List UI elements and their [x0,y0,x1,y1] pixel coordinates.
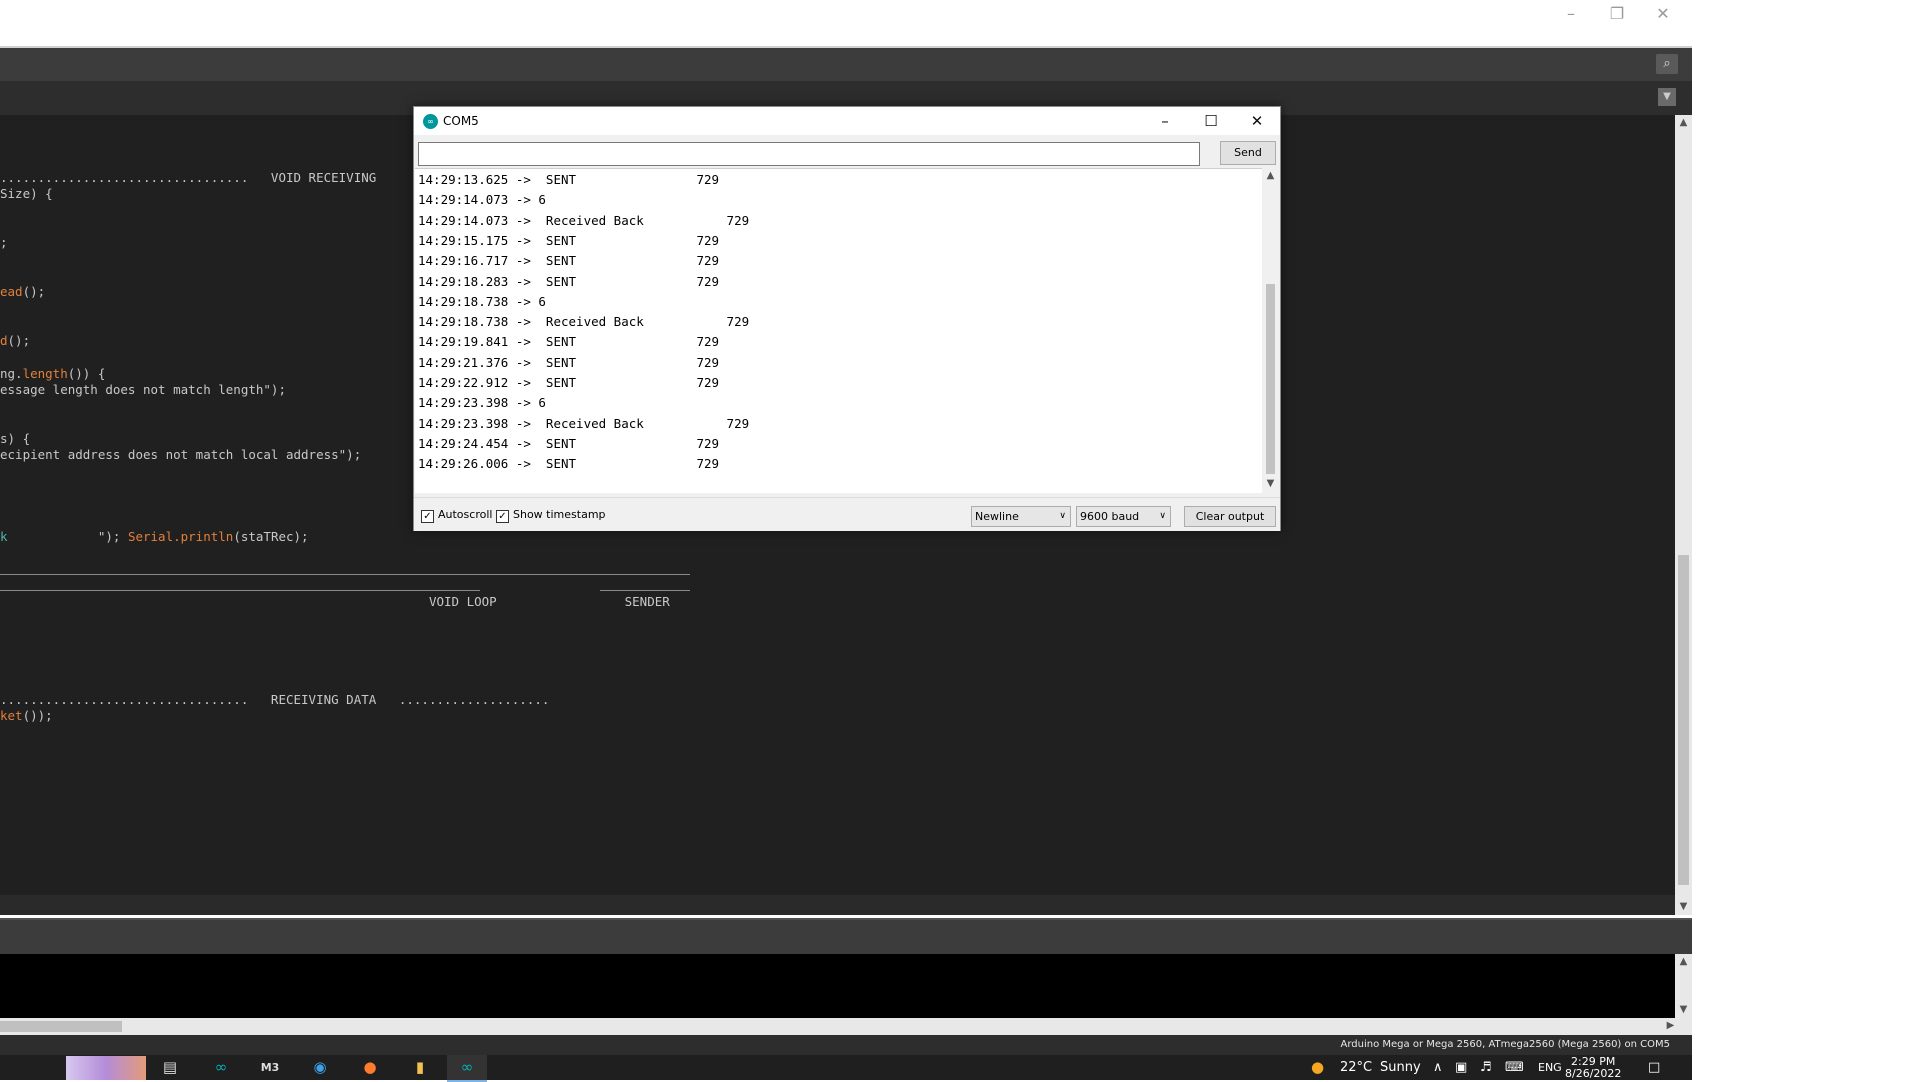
arduino-active-icon[interactable]: ∞ [447,1055,487,1082]
firefox-browser-icon[interactable]: ● [350,1055,390,1080]
clear-output-button[interactable]: Clear output [1184,506,1276,527]
mp3-app-icon[interactable]: M3 [250,1055,290,1080]
serial-vertical-scrollbar[interactable]: ▲ ▼ [1262,168,1279,492]
clock-date: 8/26/2022 [1565,1067,1622,1080]
serial-output-line: 14:29:18.738 -> Received Back 729 [418,314,750,330]
keyboard-icon[interactable]: ⌨ [1505,1055,1524,1080]
scrollbar-thumb[interactable] [0,1021,122,1032]
code-line: VOID LOOP SENDER [0,594,670,609]
task-view-icon[interactable]: ▤ [150,1055,190,1080]
serial-monitor-icon[interactable]: ⌕ [1656,54,1678,74]
scroll-up-icon[interactable]: ▲ [1262,168,1279,184]
scroll-up-icon[interactable]: ▲ [1675,954,1692,970]
start-image-icon[interactable] [66,1056,146,1080]
ide-minimize-button[interactable]: – [1548,0,1594,28]
serial-minimize-button[interactable]: – [1142,107,1188,135]
code-line: ng.length()) { [0,366,106,381]
weather-temperature[interactable]: 22°C [1340,1055,1372,1080]
edge-browser-icon[interactable]: ◉ [300,1055,340,1080]
code-line: ; [0,235,8,250]
code-line: ead(); [0,284,46,299]
code-line: ket()); [0,708,53,723]
baud-rate-select[interactable]: 9600 baud ∨ [1076,506,1171,527]
volume-icon[interactable]: ♬ [1480,1055,1492,1080]
autoscroll-checkbox[interactable]: ✓ [421,510,434,523]
serial-output-line: 14:29:14.073 -> 6 [418,192,546,208]
code-line: ecipient address does not match local ad… [0,447,362,462]
scroll-up-icon[interactable]: ▲ [1675,115,1692,131]
code-line: ................................. VOID R… [0,170,377,185]
weather-condition[interactable]: Sunny [1380,1055,1421,1080]
console-header [0,918,1692,956]
arduino-icon: ∞ [423,114,438,129]
serial-output-line: 14:29:26.006 -> SENT 729 [418,456,720,472]
clock[interactable]: 2:29 PM 8/26/2022 [1565,1056,1621,1080]
tab-menu-icon[interactable]: ▼ [1658,88,1676,106]
serial-close-button[interactable]: ✕ [1234,107,1280,135]
show-timestamp-label: Show timestamp [513,508,606,521]
serial-monitor-title: COM5 [443,114,479,128]
baud-rate-value: 9600 baud [1080,510,1140,523]
serial-monitor-window: ∞ COM5 – ☐ ✕ Send 14:29:13.625 -> SENT 7… [413,106,1281,531]
code-line: k "); Serial.println(staTRec); [0,529,309,544]
ide-toolbar: ⌕ [0,48,1692,81]
scroll-right-icon[interactable]: ▶ [1662,1018,1679,1034]
serial-options-bar: ✓ Autoscroll ✓ Show timestamp Newline ∨ … [414,497,1280,531]
serial-output-line: 14:29:23.398 -> 6 [418,395,546,411]
scroll-down-icon[interactable]: ▼ [1262,476,1279,492]
console-output [0,954,1675,1018]
scrollbar-thumb[interactable] [1266,284,1275,474]
serial-output-line: 14:29:24.454 -> SENT 729 [418,435,720,451]
ide-status-bar: Arduino Mega or Mega 2560, ATmega2560 (M… [0,1035,1692,1055]
ide-close-button[interactable]: ✕ [1640,0,1686,28]
serial-output-line: 14:29:13.625 -> SENT 729 [418,172,720,187]
serial-output-line: 14:29:23.398 -> Received Back 729 [418,415,750,431]
code-line: d(); [0,333,31,348]
code-line: s) { [0,431,31,446]
scroll-down-icon[interactable]: ▼ [1675,1002,1692,1018]
scroll-down-icon[interactable]: ▼ [1675,899,1692,915]
weather-sun-icon: ● [1311,1058,1325,1076]
code-line: essage length does not match length"); [0,382,286,397]
serial-output-line: 14:29:18.283 -> SENT 729 [418,273,720,289]
notification-icon[interactable]: □ [1648,1055,1660,1080]
language-indicator[interactable]: ENG [1538,1055,1562,1080]
chevron-down-icon: ∨ [1159,511,1166,521]
console-vertical-scrollbar[interactable]: ▲ ▼ [1675,954,1692,1018]
serial-output: 14:29:13.625 -> SENT 729 14:29:14.073 -> … [415,168,1262,493]
serial-output-line: 14:29:21.376 -> SENT 729 [418,354,720,370]
serial-output-line: 14:29:19.841 -> SENT 729 [418,334,720,350]
code-line: ................................. RECEIV… [0,692,550,707]
serial-output-line: 14:29:18.738 -> 6 [418,293,546,309]
chevron-down-icon: ∨ [1059,511,1066,521]
serial-output-line: 14:29:15.175 -> SENT 729 [418,232,720,248]
autoscroll-label: Autoscroll [438,508,493,521]
line-ending-value: Newline [975,510,1019,523]
scrollbar-thumb[interactable] [1678,555,1689,885]
serial-output-line: 14:29:22.912 -> SENT 729 [418,375,720,390]
line-ending-select[interactable]: Newline ∨ [971,506,1071,527]
serial-output-line: 14:29:14.073 -> Received Back 729 [418,212,750,228]
send-button[interactable]: Send [1220,141,1276,165]
comment-divider [0,574,690,575]
console-horizontal-scrollbar[interactable]: ▶ [0,1018,1692,1035]
serial-maximize-button[interactable]: ☐ [1188,107,1234,135]
editor-vertical-scrollbar[interactable]: ▲ ▼ [1675,115,1692,915]
editor-status-strip [0,895,1675,915]
comment-divider [600,590,690,591]
ide-restore-button[interactable]: ❐ [1594,0,1640,28]
file-explorer-icon[interactable]: ▮ [400,1055,440,1080]
code-line: Size) { [0,186,53,201]
board-info: Arduino Mega or Mega 2560, ATmega2560 (M… [1340,1039,1670,1050]
serial-output-line: 14:29:16.717 -> SENT 729 [418,253,720,269]
arduino-icon[interactable]: ∞ [201,1055,241,1080]
serial-monitor-titlebar: ∞ COM5 – ☐ ✕ [414,107,1280,135]
comment-divider [0,590,480,591]
serial-input-field[interactable] [418,142,1200,166]
chevron-up-icon[interactable]: ∧ [1433,1055,1443,1080]
show-timestamp-checkbox[interactable]: ✓ [496,510,509,523]
ide-titlebar: – ❐ ✕ [0,0,1692,48]
network-icon[interactable]: ▣ [1455,1055,1467,1080]
windows-taskbar: ▤ ∞ M3 ◉ ● ▮ ∞ ● 22°C Sunny ∧ ▣ ♬ ⌨ ENG … [0,1055,1692,1082]
